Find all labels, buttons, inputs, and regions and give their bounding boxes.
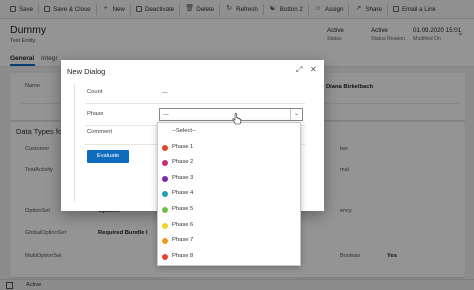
phase-color-dot: [162, 145, 168, 151]
option-phase-1[interactable]: Phase 1: [158, 140, 300, 155]
phase-color-dot: [162, 223, 168, 229]
comment-label: Comment: [87, 129, 113, 135]
option-label: --Select--: [172, 128, 196, 134]
phase-dropdown-list: --Select-- Phase 1 Phase 2 Phase 3 Phase…: [157, 122, 301, 266]
count-label: Count: [87, 89, 103, 95]
option-label: Phase 5: [172, 206, 194, 212]
phase-label: Phase: [87, 111, 104, 117]
close-icon[interactable]: ✕: [310, 65, 317, 74]
option-label: Phase 3: [172, 175, 194, 181]
phase-color-dot: [162, 238, 168, 244]
divider: [85, 103, 305, 104]
phase-color-dot: [162, 191, 168, 197]
phase-select[interactable]: --- ⌄: [159, 108, 303, 121]
option-label: Phase 1: [172, 144, 194, 150]
phase-color-dot: [162, 176, 168, 182]
evaluate-button[interactable]: Evaluate: [87, 150, 129, 163]
option-select[interactable]: --Select--: [158, 124, 300, 139]
option-phase-5[interactable]: Phase 5: [158, 202, 300, 217]
option-label: Phase 6: [172, 222, 194, 228]
chevron-down-icon[interactable]: ⌄: [290, 109, 302, 120]
option-label: Phase 8: [172, 253, 194, 259]
option-phase-6[interactable]: Phase 6: [158, 218, 300, 233]
phase-color-dot: [162, 160, 168, 166]
phase-select-value: ---: [163, 112, 169, 118]
option-phase-3[interactable]: Phase 3: [158, 171, 300, 186]
option-phase-2[interactable]: Phase 2: [158, 155, 300, 170]
option-label: Phase 7: [172, 237, 194, 243]
option-phase-4[interactable]: Phase 4: [158, 186, 300, 201]
option-label: Phase 4: [172, 190, 194, 196]
phase-color-dot: [162, 207, 168, 213]
option-phase-7[interactable]: Phase 7: [158, 233, 300, 248]
hand-cursor-icon: [232, 113, 242, 125]
phase-color-dot: [162, 254, 168, 260]
option-phase-8[interactable]: Phase 8: [158, 249, 300, 264]
count-value[interactable]: ---: [162, 90, 168, 96]
expand-icon[interactable]: ⤢: [296, 65, 302, 75]
option-label: Phase 2: [172, 159, 194, 165]
dialog-title: New Dialog: [67, 67, 106, 76]
